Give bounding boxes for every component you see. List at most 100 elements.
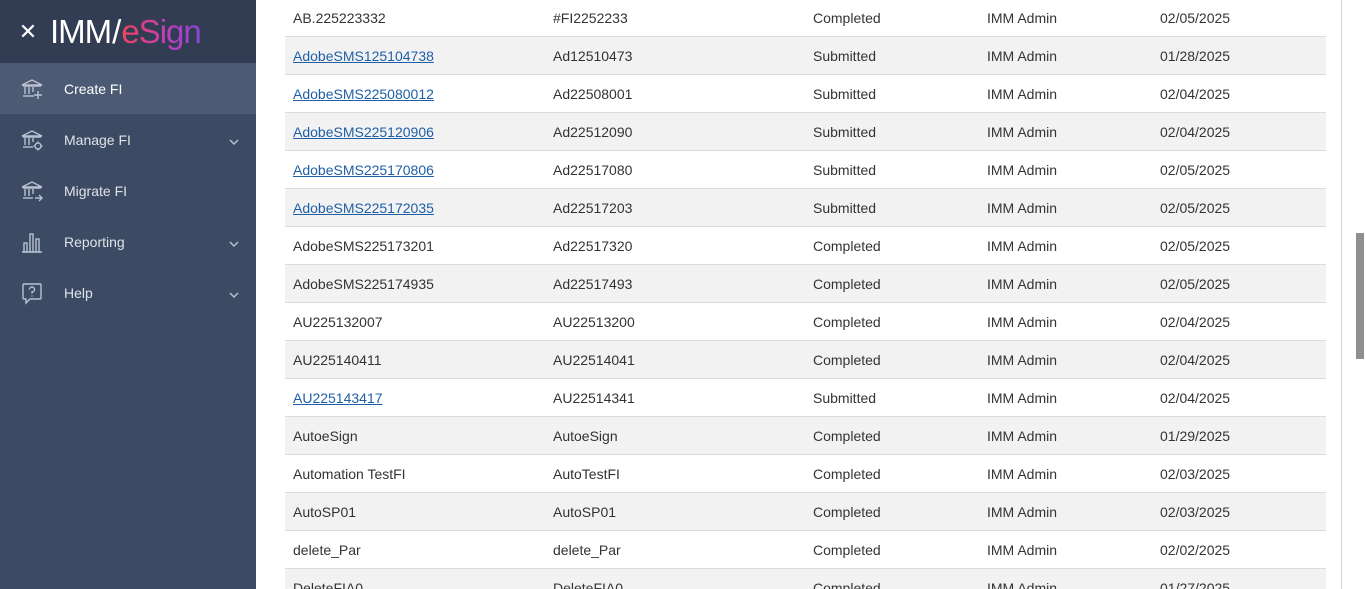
fi-name-link[interactable]: AU225143417 (293, 390, 383, 406)
fi-name-cell: delete_Par (285, 542, 545, 558)
user-cell: IMM Admin (979, 200, 1152, 216)
status-cell: Completed (805, 10, 979, 26)
status-cell-text: Completed (813, 465, 881, 482)
status-cell: Submitted (805, 390, 979, 406)
fi-name-cell: DeleteFIA0 (285, 580, 545, 589)
status-cell: Submitted (805, 124, 979, 140)
fi-name-cell: AdobeSMS125104738 (285, 48, 545, 64)
fi-code-cell-text: Ad22517320 (553, 237, 633, 254)
fi-name-link[interactable]: AdobeSMS225170806 (293, 162, 434, 178)
scrollbar-thumb[interactable] (1356, 233, 1364, 359)
date-cell-text: 02/03/2025 (1160, 465, 1231, 482)
date-cell: 02/04/2025 (1152, 86, 1326, 102)
sidebar-item-migrate-fi[interactable]: Migrate FI (0, 165, 256, 216)
fi-name-link[interactable]: AdobeSMS125104738 (293, 48, 434, 64)
status-cell: Submitted (805, 200, 979, 216)
fi-code-cell: #FI2252233 (545, 10, 805, 26)
status-cell: Completed (805, 504, 979, 520)
status-cell: Completed (805, 352, 979, 368)
table-row: AdobeSMS125104738 Ad12510473 Submitted IMM … (285, 37, 1326, 75)
user-cell-text: IMM Admin (987, 237, 1058, 254)
fi-code-cell: Ad22517080 (545, 162, 805, 178)
user-cell-text: IMM Admin (987, 123, 1058, 140)
date-cell-text: 02/04/2025 (1160, 313, 1231, 330)
user-cell-text: IMM Admin (987, 503, 1058, 520)
fi-code-cell: Ad12510473 (545, 48, 805, 64)
fi-code-cell: Ad22512090 (545, 124, 805, 140)
fi-name-link[interactable]: AdobeSMS225120906 (293, 124, 434, 140)
fi-code-cell-text: AutoeSign (553, 427, 618, 444)
user-cell-text: IMM Admin (987, 47, 1058, 64)
fi-name-cell-text: AutoSP01 (293, 503, 357, 520)
fi-name-cell-text: delete_Par (293, 541, 361, 558)
date-cell-text: 01/27/2025 (1160, 579, 1231, 589)
chevron-down-icon[interactable] (229, 134, 239, 146)
date-cell: 02/05/2025 (1152, 10, 1326, 26)
fi-code-cell-text: delete_Par (553, 541, 621, 558)
table-row: AutoeSign AutoeSign Completed IMM Admin 01/2… (285, 417, 1326, 455)
fi-code-cell-text: AU22513200 (553, 313, 635, 330)
table-row: AdobeSMS225172035 Ad22517203 Submitted IMM … (285, 189, 1326, 227)
sidebar-item-create-fi[interactable]: Create FI (0, 63, 256, 114)
fi-name-cell-text: AU225140411 (293, 351, 382, 368)
fi-name-cell: AdobeSMS225172035 (285, 200, 545, 216)
fi-code-cell-text: Ad22512090 (553, 123, 633, 140)
fi-code-cell: Ad22517320 (545, 238, 805, 254)
status-cell-text: Completed (813, 351, 881, 368)
table-row: DeleteFIA0 DeleteFIA0 Completed IMM Admin 01… (285, 569, 1326, 589)
status-cell-text: Completed (813, 427, 881, 444)
user-cell: IMM Admin (979, 48, 1152, 64)
fi-name-link[interactable]: AdobeSMS225080012 (293, 86, 434, 102)
fi-code-cell-text: Ad22517080 (553, 161, 633, 178)
status-cell: Submitted (805, 48, 979, 64)
date-cell-text: 02/04/2025 (1160, 389, 1231, 406)
user-cell: IMM Admin (979, 428, 1152, 444)
date-cell-text: 02/04/2025 (1160, 85, 1231, 102)
sidebar-item-manage-fi[interactable]: Manage FI (0, 114, 256, 165)
date-cell: 02/05/2025 (1152, 162, 1326, 178)
status-cell-text: Submitted (813, 123, 877, 140)
date-cell-text: 02/02/2025 (1160, 541, 1231, 558)
fi-name-cell: AdobeSMS225170806 (285, 162, 545, 178)
fi-code-cell-text: DeleteFIA0 (553, 579, 624, 589)
date-cell: 01/28/2025 (1152, 48, 1326, 64)
logo-bar: ✕ IMM / eSign (0, 0, 256, 63)
fi-name-cell: AdobeSMS225120906 (285, 124, 545, 140)
date-cell: 02/03/2025 (1152, 466, 1326, 482)
brand-slash: / (112, 12, 121, 50)
date-cell-text: 02/03/2025 (1160, 503, 1231, 520)
user-cell: IMM Admin (979, 352, 1152, 368)
fi-name-link[interactable]: AdobeSMS225172035 (293, 200, 434, 216)
status-cell: Submitted (805, 162, 979, 178)
table-row: AU225140411 AU22514041 Completed IMM Admin 0… (285, 341, 1326, 379)
close-icon[interactable]: ✕ (18, 19, 38, 44)
user-cell: IMM Admin (979, 10, 1152, 26)
status-cell-text: Submitted (813, 47, 877, 64)
fi-name-cell: AdobeSMS225174935 (285, 276, 545, 292)
date-cell: 02/04/2025 (1152, 352, 1326, 368)
fi-code-cell-text: AU22514041 (553, 351, 635, 368)
status-cell: Completed (805, 466, 979, 482)
sidebar-item-label: Help (64, 284, 93, 301)
fi-code-cell: Ad22517493 (545, 276, 805, 292)
chevron-down-icon[interactable] (229, 236, 239, 248)
content-divider (1341, 0, 1342, 589)
fi-name-cell-text: AB.225223332 (293, 10, 386, 26)
table-row: AdobeSMS225174935 Ad22517493 Completed IMM … (285, 265, 1326, 303)
user-cell-text: IMM Admin (987, 161, 1058, 178)
chevron-down-icon[interactable] (229, 287, 239, 299)
fi-name-cell-text: AdobeSMS225173201 (293, 237, 434, 254)
fi-code-cell-text: Ad22517493 (553, 275, 633, 292)
date-cell-text: 01/28/2025 (1160, 47, 1231, 64)
status-cell: Completed (805, 542, 979, 558)
table-row: AU225132007 AU22513200 Completed IMM Admin 0… (285, 303, 1326, 341)
sidebar-item-label: Manage FI (64, 131, 131, 148)
fi-name-cell: AU225132007 (285, 314, 545, 330)
sidebar-item-reporting[interactable]: Reporting (0, 216, 256, 267)
fi-name-cell-text: AU225132007 (293, 313, 383, 330)
sidebar-item-help[interactable]: Help (0, 267, 256, 318)
sidebar-item-label: Migrate FI (64, 182, 128, 199)
user-cell: IMM Admin (979, 276, 1152, 292)
date-cell: 02/02/2025 (1152, 542, 1326, 558)
user-cell: IMM Admin (979, 238, 1152, 254)
